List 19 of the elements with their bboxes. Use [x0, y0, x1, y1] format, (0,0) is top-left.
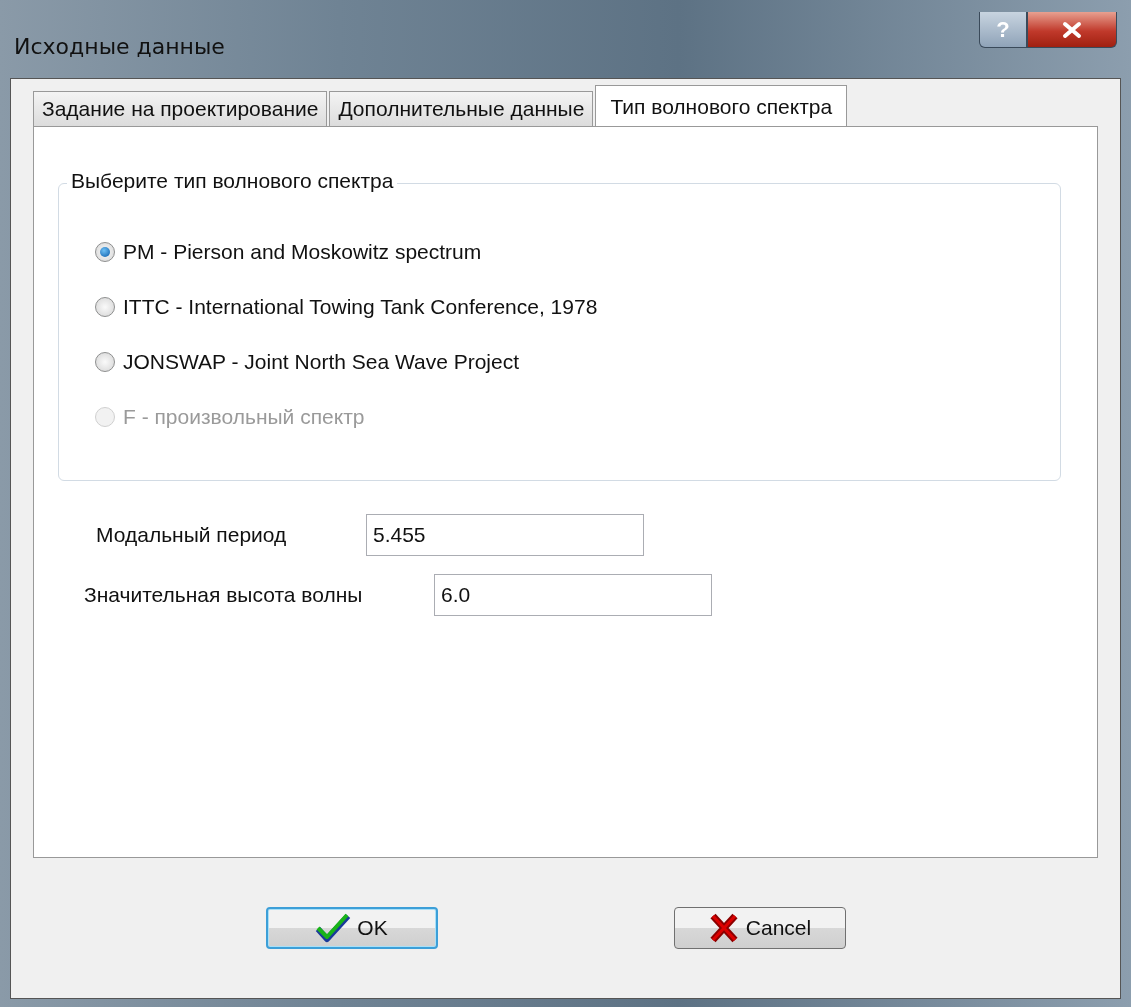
- field-label: Модальный период: [96, 523, 288, 547]
- radio-button[interactable]: [95, 296, 115, 317]
- input-field[interactable]: 6.0: [434, 574, 712, 616]
- checkmark-icon: [315, 912, 352, 944]
- radio-label[interactable]: JONSWAP - Joint North Sea Wave Project: [123, 349, 520, 374]
- field-label: Значительная высота волны: [84, 583, 364, 607]
- window-title: Исходные данные: [14, 34, 225, 59]
- radio-button[interactable]: [95, 241, 115, 262]
- tab[interactable]: Дополнительные данные: [329, 91, 594, 126]
- radio-label[interactable]: ITTC - International Towing Tank Conference, 1978: [123, 294, 598, 319]
- tab[interactable]: Задание на проектирование: [33, 91, 328, 126]
- close-icon: [1061, 20, 1083, 39]
- radio-label[interactable]: PM - Pierson and Moskowitz spectrum: [123, 239, 482, 264]
- close-button[interactable]: [1027, 12, 1117, 48]
- radio-button[interactable]: [95, 351, 115, 372]
- input-field[interactable]: 5.455: [366, 514, 644, 556]
- cancel-button[interactable]: Cancel: [673, 907, 846, 949]
- ok-button[interactable]: OK: [265, 907, 438, 949]
- tab[interactable]: Тип волнового спектра: [595, 85, 848, 127]
